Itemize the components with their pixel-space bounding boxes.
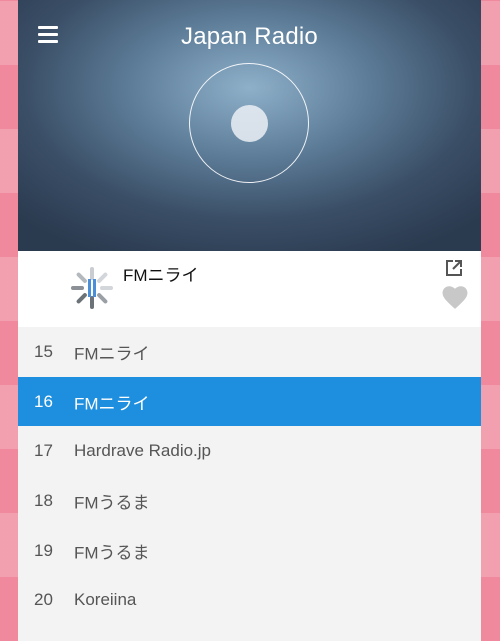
player-header: Japan Radio (18, 0, 481, 251)
station-name: FMうるま (74, 493, 150, 513)
station-row[interactable]: 17 Hardrave Radio.jp (18, 426, 481, 476)
station-name: FMニライ (74, 344, 150, 364)
station-number: 16 (34, 391, 53, 411)
station-name: FMうるま (74, 543, 150, 563)
external-link-icon[interactable] (445, 259, 463, 277)
loading-spinner-icon (71, 267, 113, 309)
station-number: 17 (34, 441, 53, 461)
station-row[interactable]: 20 Koreiina (18, 575, 481, 625)
station-name: FMニライ (74, 394, 150, 414)
now-playing-bar: FMニライ (18, 251, 481, 327)
station-row[interactable]: 18 FMうるま (18, 476, 481, 526)
station-number: 19 (34, 540, 53, 560)
disc-center-icon (231, 105, 268, 142)
station-name: Koreiina (74, 590, 137, 610)
station-list: 15 FMニライ 16 FMニライ 17 Hardrave Radio.jp 1… (18, 327, 481, 625)
now-playing-title: FMニライ (123, 266, 199, 285)
station-row[interactable]: 19 FMうるま (18, 526, 481, 576)
heart-icon[interactable] (442, 286, 468, 310)
station-row-selected[interactable]: 16 FMニライ (18, 376, 481, 427)
station-number: 15 (34, 341, 53, 361)
app-title: Japan Radio (181, 23, 318, 50)
station-name: Hardrave Radio.jp (74, 441, 212, 461)
station-number: 18 (34, 490, 53, 510)
station-row[interactable]: 15 FMニライ (18, 327, 481, 377)
station-number: 20 (34, 590, 53, 610)
app-window: Japan Radio FMニライ 15 FMニライ 16 FMニライ 17 H… (18, 0, 481, 641)
